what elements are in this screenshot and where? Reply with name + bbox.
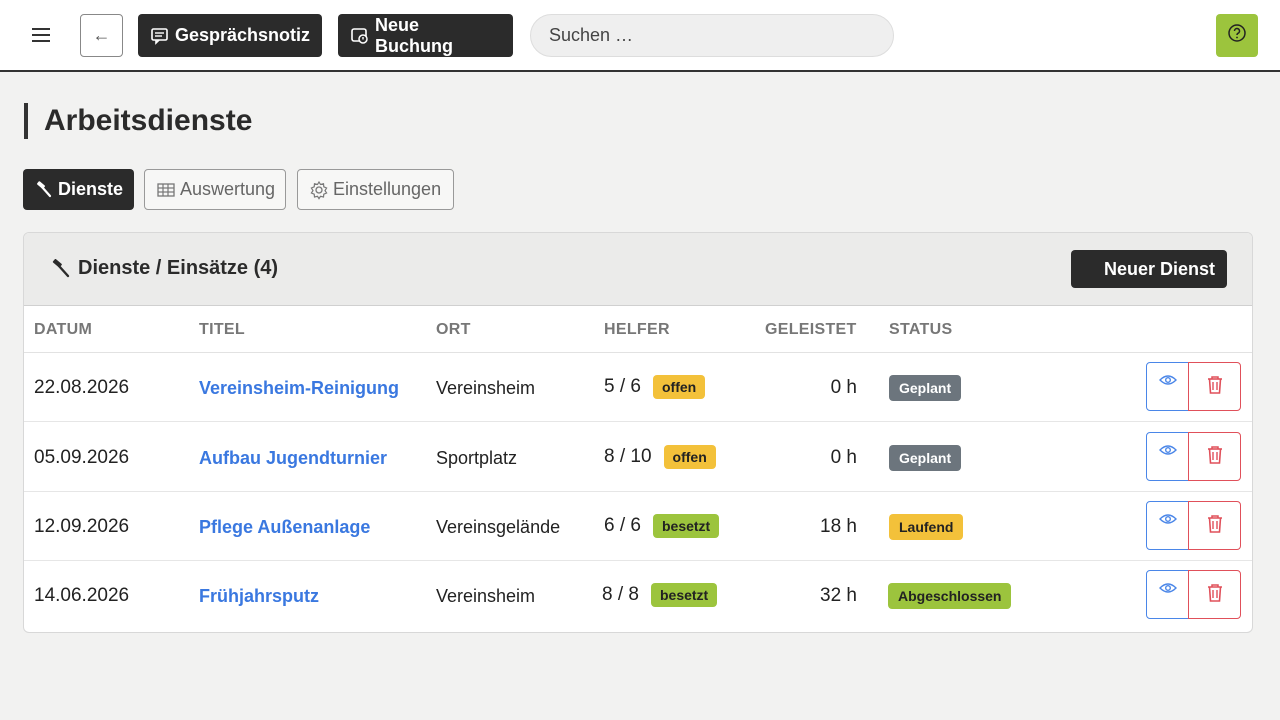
delete-button[interactable] <box>1188 501 1241 550</box>
cell-datum: 14.06.2026 <box>34 585 130 606</box>
helper-count: 8 / 10 <box>604 446 652 467</box>
cell-datum: 12.09.2026 <box>34 516 130 537</box>
question-icon <box>1227 23 1247 48</box>
status-badge: Abgeschlossen <box>888 583 1012 609</box>
status-badge: Geplant <box>889 375 962 401</box>
hammer-icon <box>50 258 72 279</box>
tab-einstellungen[interactable]: Einstellungen <box>297 169 454 210</box>
card-header: Dienste / Einsätze (4) Neuer Dienst <box>24 233 1252 306</box>
helper-count: 5 / 6 <box>604 376 641 397</box>
header-helfer: HELFER <box>604 321 670 338</box>
hammer-icon <box>34 180 54 199</box>
cell-datum: 05.09.2026 <box>34 447 130 468</box>
card-title: Dienste / Einsätze (4) <box>50 257 278 280</box>
back-button[interactable]: ← <box>80 14 123 57</box>
help-button[interactable] <box>1216 14 1258 57</box>
service-title-link[interactable]: Frühjahrsputz <box>199 586 319 607</box>
cell-ort: Vereinsgelände <box>436 517 561 537</box>
cell-helfer: 5 / 6 offen <box>604 375 706 399</box>
tab-auswertung[interactable]: Auswertung <box>144 169 286 210</box>
trash-icon <box>1206 583 1224 608</box>
trash-icon <box>1206 375 1224 400</box>
service-title-link[interactable]: Pflege Außenanlage <box>199 517 370 538</box>
table-row: 22.08.2026 Vereinsheim-Reinigung Vereins… <box>24 353 1252 422</box>
header-datum: DATUM <box>34 321 93 338</box>
service-title-link[interactable]: Aufbau Jugendturnier <box>199 448 387 469</box>
status-badge: Geplant <box>889 445 962 471</box>
table-row: 05.09.2026 Aufbau Jugendturnier Sportpla… <box>24 423 1252 492</box>
table-icon <box>156 181 176 199</box>
cell-geleistet: 18 h <box>820 516 857 537</box>
view-button[interactable] <box>1146 570 1189 619</box>
cell-ort: Sportplatz <box>436 448 518 468</box>
arrow-left-icon: ← <box>92 25 111 45</box>
helper-status-badge: besetzt <box>650 583 718 607</box>
delete-button[interactable] <box>1188 570 1241 619</box>
eye-icon <box>1158 443 1177 461</box>
new-booking-label: Neue Buchung <box>375 14 453 56</box>
new-booking-button[interactable]: Neue Buchung <box>338 14 513 57</box>
delete-button[interactable] <box>1188 432 1241 481</box>
tab-einstellungen-label: Einstellungen <box>333 179 442 199</box>
conversation-note-button[interactable]: Gesprächsnotiz <box>138 14 322 57</box>
status-badge: Laufend <box>889 514 964 540</box>
menu-icon[interactable] <box>28 24 54 46</box>
cell-geleistet: 0 h <box>830 447 857 468</box>
tab-dienste-label: Dienste <box>58 179 124 199</box>
new-service-button[interactable]: Neuer Dienst <box>1071 250 1227 288</box>
delete-button[interactable] <box>1188 362 1241 411</box>
table-row: 14.06.2026 Frühjahrsputz Vereinsheim 8 /… <box>24 561 1252 630</box>
comment-icon <box>150 27 170 45</box>
table-row: 12.09.2026 Pflege Außenanlage Vereinsgel… <box>24 492 1252 561</box>
header-status: STATUS <box>889 321 953 338</box>
cell-geleistet: 0 h <box>830 377 857 398</box>
service-title-link[interactable]: Vereinsheim-Reinigung <box>199 378 399 399</box>
cell-ort: Vereinsheim <box>436 378 536 398</box>
helper-status-badge: offen <box>663 445 716 469</box>
header-geleistet: GELEISTET <box>765 321 857 338</box>
eye-icon <box>1158 581 1177 599</box>
table-header: DATUM TITEL ORT HELFER GELEISTET STATUS <box>24 306 1252 353</box>
search-input[interactable] <box>530 14 894 57</box>
eye-icon <box>1158 373 1177 391</box>
header-titel: TITEL <box>199 321 245 338</box>
view-button[interactable] <box>1146 432 1189 481</box>
view-button[interactable] <box>1146 362 1189 411</box>
cell-helfer: 6 / 6 besetzt <box>604 514 720 538</box>
eye-icon <box>1158 512 1177 530</box>
cell-helfer: 8 / 8 besetzt <box>602 583 718 607</box>
cell-geleistet: 32 h <box>820 585 857 606</box>
tab-dienste[interactable]: Dienste <box>23 169 134 210</box>
helper-count: 6 / 6 <box>604 515 641 536</box>
cell-ort: Vereinsheim <box>436 586 536 606</box>
helper-status-badge: besetzt <box>652 514 720 538</box>
view-button[interactable] <box>1146 501 1189 550</box>
helper-status-badge: offen <box>652 375 706 399</box>
booking-icon <box>350 27 370 45</box>
helper-count: 8 / 8 <box>602 584 639 605</box>
page-title: Arbeitsdienste <box>24 103 252 139</box>
trash-icon <box>1206 514 1224 539</box>
top-bar: ← Gesprächsnotiz Neue Buchung <box>0 0 1280 72</box>
trash-icon <box>1206 445 1224 470</box>
cell-helfer: 8 / 10 offen <box>604 445 716 469</box>
gear-icon <box>309 180 329 200</box>
services-card: Dienste / Einsätze (4) Neuer Dienst DATU… <box>23 232 1253 633</box>
card-title-text: Dienste / Einsätze (4) <box>78 257 279 279</box>
header-ort: ORT <box>436 321 471 338</box>
tab-auswertung-label: Auswertung <box>180 179 276 199</box>
cell-datum: 22.08.2026 <box>34 377 130 398</box>
conversation-note-label: Gesprächsnotiz <box>175 25 311 45</box>
